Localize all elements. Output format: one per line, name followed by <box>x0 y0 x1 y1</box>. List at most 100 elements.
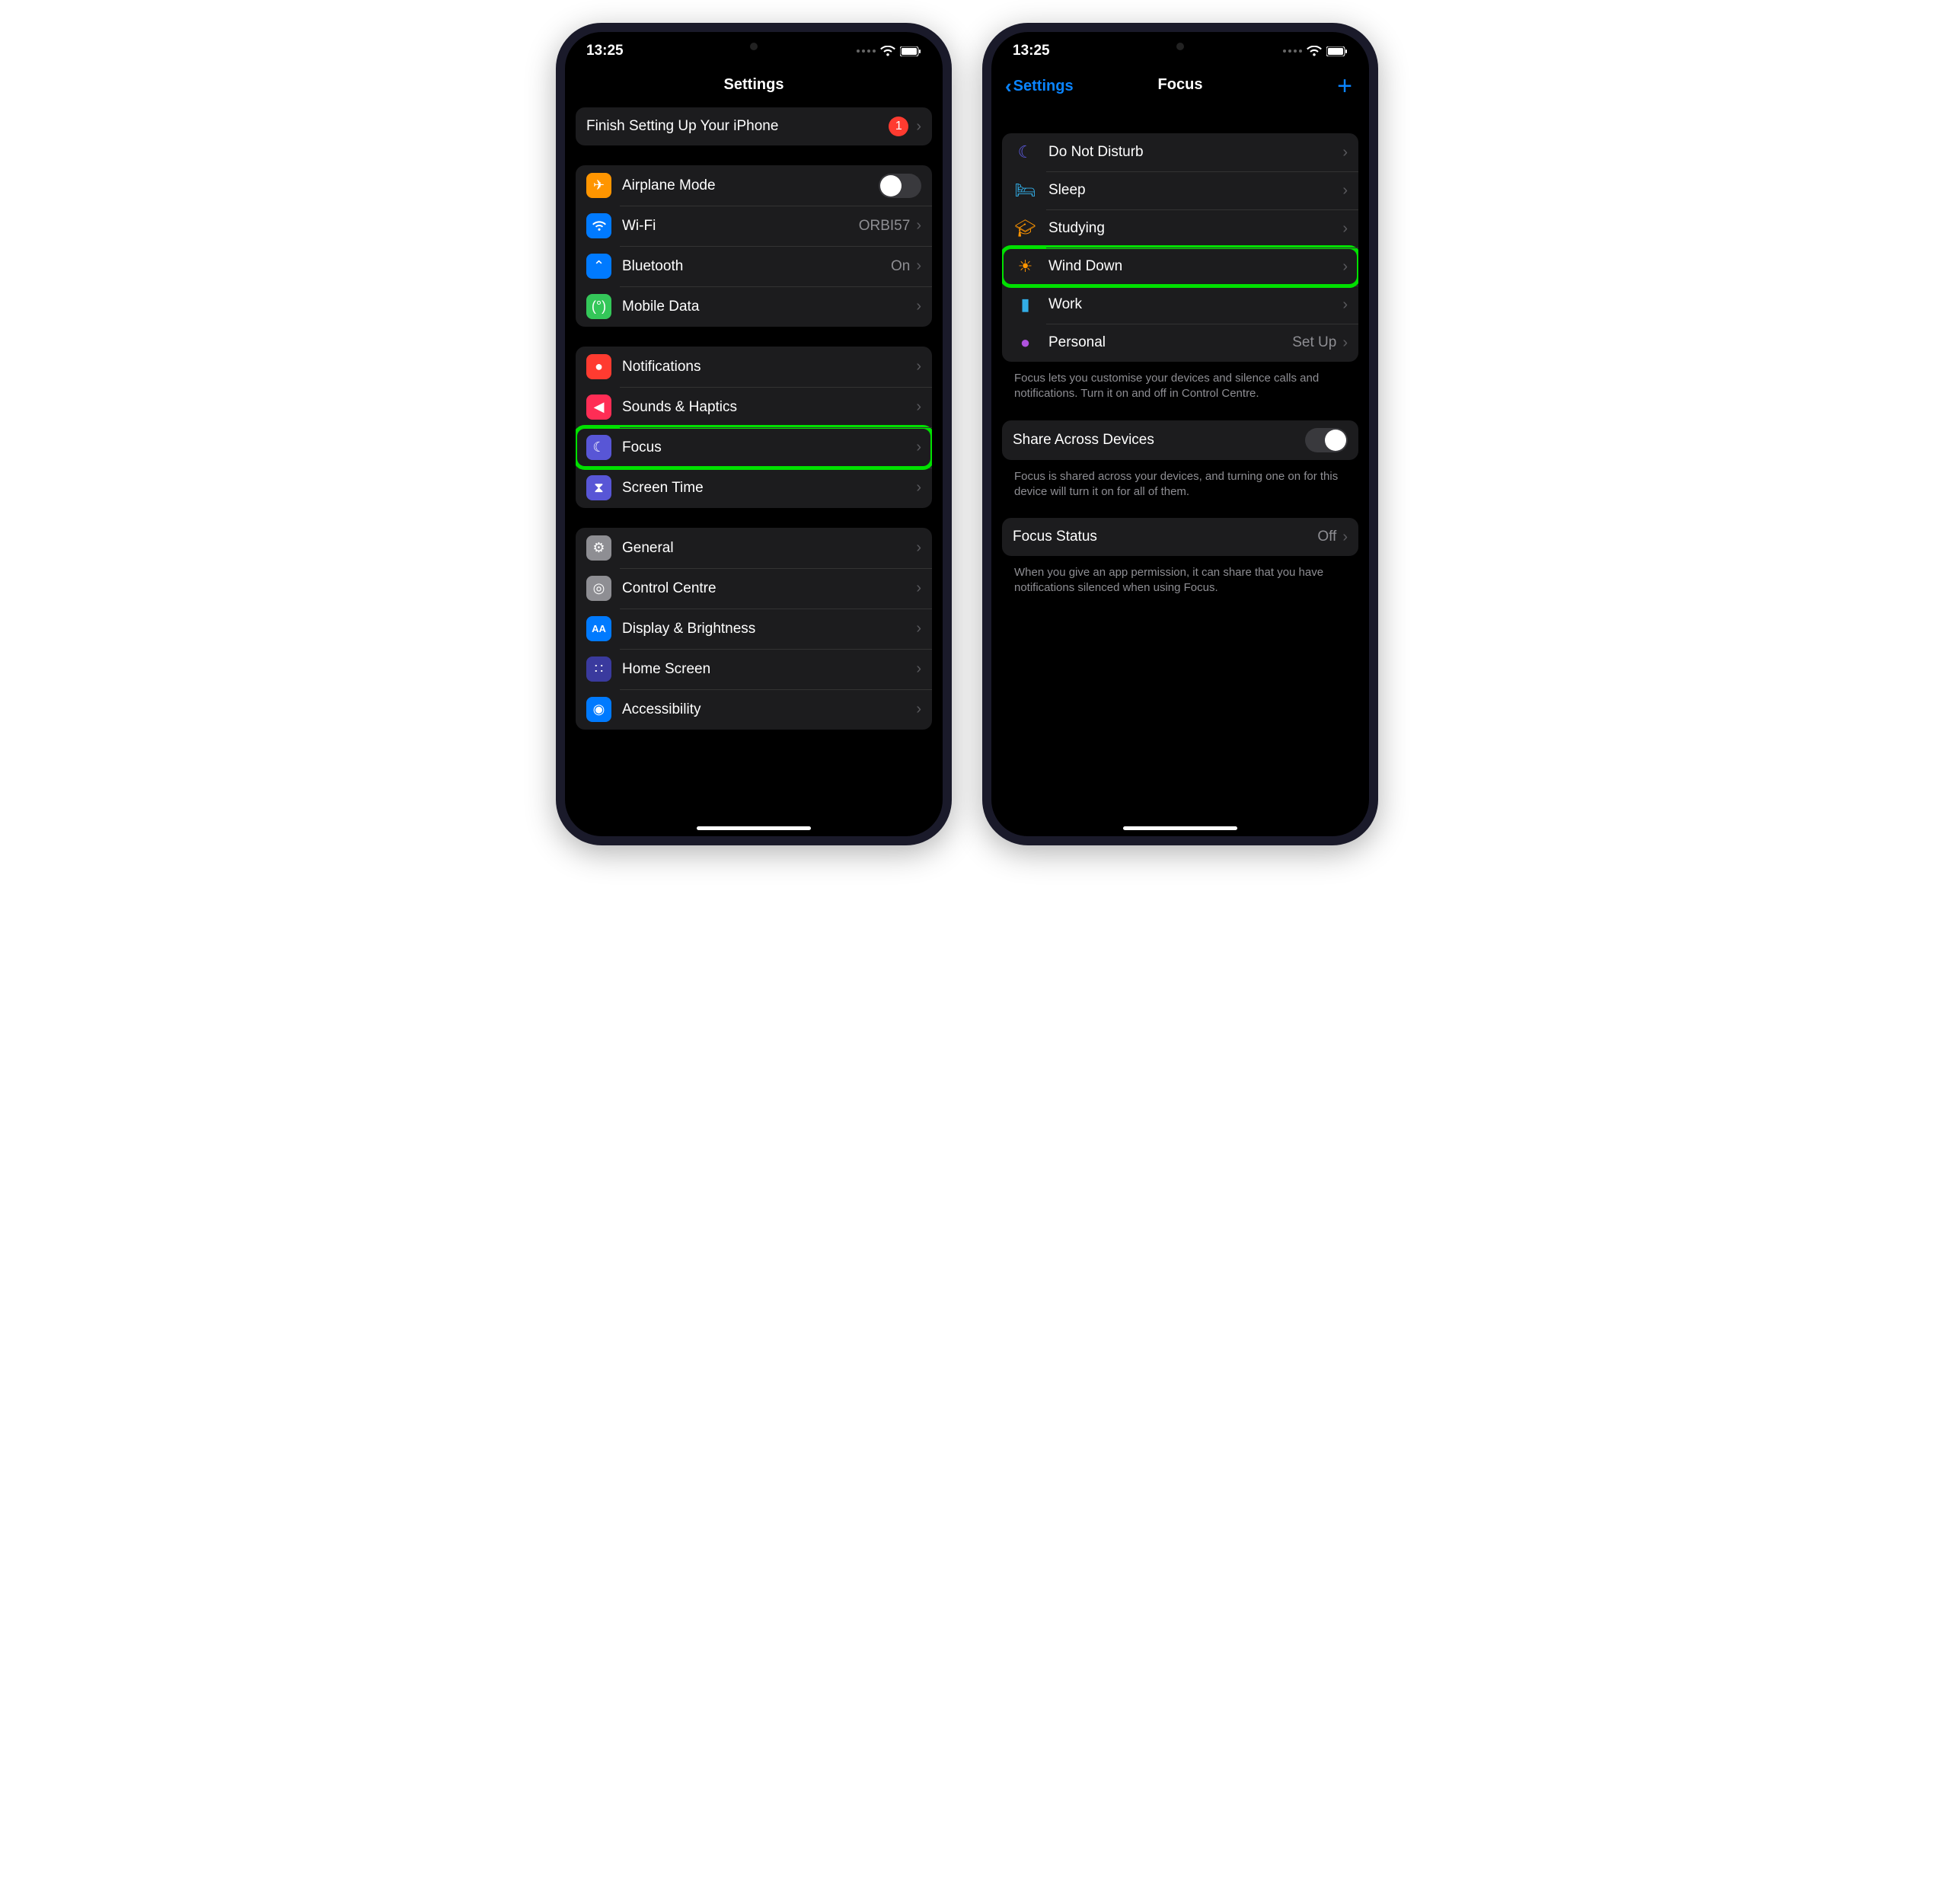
row-do-not-disturb[interactable]: ☾ Do Not Disturb › <box>1002 133 1358 171</box>
chevron-right-icon: › <box>1342 220 1348 238</box>
row-label: Screen Time <box>622 480 916 497</box>
bed-icon: 🛏︎ <box>1013 180 1038 200</box>
chevron-right-icon: › <box>916 439 921 456</box>
setup-group: Finish Setting Up Your iPhone 1 › <box>576 107 932 145</box>
row-label: Wi-Fi <box>622 218 859 235</box>
chevron-right-icon: › <box>916 257 921 275</box>
row-value: Off <box>1317 529 1336 545</box>
switches-icon: ◎ <box>586 576 611 601</box>
row-wifi[interactable]: Wi-Fi ORBI57 › <box>576 206 932 246</box>
gear-icon: ⚙︎ <box>586 535 611 561</box>
chevron-right-icon: › <box>1342 334 1348 352</box>
signal-dots-icon <box>1283 50 1302 53</box>
speaker-icon: ◀︎ <box>586 395 611 420</box>
row-label: Personal <box>1048 334 1292 351</box>
row-value: ORBI57 <box>859 218 911 235</box>
focus-settings-group: ● Notifications › ◀︎ Sounds & Haptics › … <box>576 347 932 508</box>
row-finish-setup[interactable]: Finish Setting Up Your iPhone 1 › <box>576 107 932 145</box>
airplane-toggle[interactable] <box>879 174 921 198</box>
back-button[interactable]: ‹ Settings <box>1005 75 1074 98</box>
row-label: Focus Status <box>1013 529 1317 545</box>
share-toggle[interactable] <box>1305 428 1348 452</box>
wifi-icon <box>880 46 895 56</box>
chevron-right-icon: › <box>1342 529 1348 546</box>
phone-focus: 13:25 ‹ Settings Focus + ☾ Do Not Distur… <box>982 23 1378 845</box>
add-button[interactable]: + <box>1337 72 1352 101</box>
notch <box>1115 32 1245 56</box>
antenna-icon: (°) <box>586 294 611 319</box>
row-label: Accessibility <box>622 701 916 718</box>
person-icon: ● <box>1013 333 1038 353</box>
home-indicator[interactable] <box>697 826 811 830</box>
page-title: Settings <box>724 76 784 93</box>
chevron-right-icon: › <box>916 479 921 497</box>
back-label: Settings <box>1013 78 1074 95</box>
row-label: Do Not Disturb <box>1048 144 1342 161</box>
row-focus[interactable]: ☾ Focus › <box>576 427 932 468</box>
page-title: Focus <box>1158 76 1203 93</box>
wifi-icon <box>1307 46 1322 56</box>
bluetooth-icon: ⌃ <box>586 254 611 279</box>
chevron-right-icon: › <box>1342 182 1348 200</box>
phone-settings: 13:25 Settings Finish Setting Up Your iP… <box>556 23 952 845</box>
wifi-settings-icon <box>586 213 611 238</box>
chevron-right-icon: › <box>916 620 921 637</box>
row-label: Sleep <box>1048 182 1342 199</box>
chevron-right-icon: › <box>916 118 921 136</box>
row-mobile-data[interactable]: (°) Mobile Data › <box>576 286 932 327</box>
row-share-across-devices[interactable]: Share Across Devices <box>1002 420 1358 460</box>
row-label: Display & Brightness <box>622 621 916 637</box>
row-label: Share Across Devices <box>1013 432 1305 449</box>
row-value: Set Up <box>1292 334 1336 351</box>
row-label: Finish Setting Up Your iPhone <box>586 118 889 135</box>
row-accessibility[interactable]: ◉ Accessibility › <box>576 689 932 730</box>
focus-description: Focus lets you customise your devices an… <box>1002 371 1358 420</box>
row-display-brightness[interactable]: AA Display & Brightness › <box>576 609 932 649</box>
row-general[interactable]: ⚙︎ General › <box>576 528 932 568</box>
chevron-right-icon: › <box>1342 144 1348 161</box>
row-work[interactable]: ▮ Work › <box>1002 286 1358 324</box>
text-size-icon: AA <box>586 616 611 641</box>
row-label: Mobile Data <box>622 299 916 315</box>
signal-dots-icon <box>857 50 876 53</box>
nav-header: Settings <box>565 64 943 107</box>
row-personal[interactable]: ● Personal Set Up › <box>1002 324 1358 362</box>
row-label: Notifications <box>622 359 916 375</box>
chevron-right-icon: › <box>916 217 921 235</box>
chevron-left-icon: ‹ <box>1005 75 1012 98</box>
battery-icon <box>900 46 921 56</box>
chevron-right-icon: › <box>916 398 921 416</box>
row-control-centre[interactable]: ◎ Control Centre › <box>576 568 932 609</box>
status-time: 13:25 <box>586 43 624 59</box>
network-group: ✈︎ Airplane Mode Wi-Fi ORBI57 › ⌃ Blueto… <box>576 165 932 327</box>
moon-icon: ☾ <box>1013 142 1038 162</box>
row-focus-status[interactable]: Focus Status Off › <box>1002 518 1358 556</box>
row-label: Sounds & Haptics <box>622 399 916 416</box>
row-studying[interactable]: 🎓︎ Studying › <box>1002 209 1358 248</box>
row-notifications[interactable]: ● Notifications › <box>576 347 932 387</box>
row-home-screen[interactable]: ∷ Home Screen › <box>576 649 932 689</box>
bell-icon: ● <box>586 354 611 379</box>
row-label: Studying <box>1048 220 1342 237</box>
row-label: General <box>622 540 916 557</box>
battery-icon <box>1326 46 1348 56</box>
chevron-right-icon: › <box>916 701 921 718</box>
row-label: Home Screen <box>622 661 916 678</box>
plus-icon: + <box>1337 72 1352 101</box>
row-sleep[interactable]: 🛏︎ Sleep › <box>1002 171 1358 209</box>
home-indicator[interactable] <box>1123 826 1237 830</box>
row-screen-time[interactable]: ⧗ Screen Time › <box>576 468 932 508</box>
row-sounds-haptics[interactable]: ◀︎ Sounds & Haptics › <box>576 387 932 427</box>
focus-modes-group: ☾ Do Not Disturb › 🛏︎ Sleep › 🎓︎ Studyin… <box>1002 133 1358 362</box>
status-description: When you give an app permission, it can … <box>1002 565 1358 615</box>
notch <box>689 32 819 56</box>
row-bluetooth[interactable]: ⌃ Bluetooth On › <box>576 246 932 286</box>
row-label: Focus <box>622 439 916 456</box>
hourglass-icon: ⧗ <box>586 475 611 500</box>
row-wind-down[interactable]: ☀︎ Wind Down › <box>1002 248 1358 286</box>
grid-icon: ∷ <box>586 656 611 682</box>
chevron-right-icon: › <box>916 298 921 315</box>
sunset-icon: ☀︎ <box>1013 257 1038 276</box>
row-airplane-mode[interactable]: ✈︎ Airplane Mode <box>576 165 932 206</box>
share-group: Share Across Devices <box>1002 420 1358 460</box>
